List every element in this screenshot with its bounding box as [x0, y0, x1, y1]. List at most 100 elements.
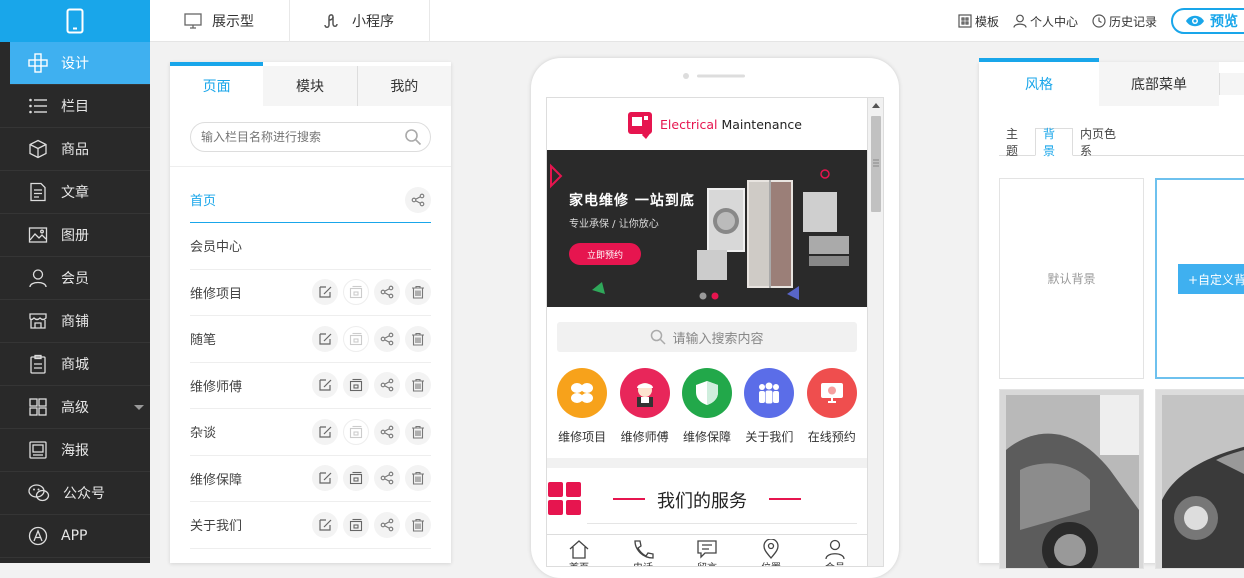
- sidebar-item-label: 商品: [61, 142, 89, 158]
- quick-nav-online-booking[interactable]: 在线预约: [802, 368, 862, 445]
- tab-style[interactable]: 风格: [979, 62, 1099, 106]
- sidebar-item-albums[interactable]: 图册: [0, 214, 150, 257]
- scroll-up-arrow-icon[interactable]: [872, 103, 880, 108]
- sidebar-item-columns[interactable]: 栏目: [0, 85, 150, 128]
- delete-button[interactable]: [405, 511, 431, 538]
- tab-bottom-menu[interactable]: 底部菜单: [1099, 62, 1219, 106]
- preview-button[interactable]: 预览: [1171, 8, 1244, 34]
- sidebar-item-label: 文章: [61, 185, 89, 201]
- copy-icon: [349, 332, 363, 345]
- delete-button[interactable]: [405, 418, 431, 445]
- sidebar-item-label: 栏目: [61, 99, 89, 115]
- share-button[interactable]: [374, 325, 400, 352]
- page-item-label: 杂谈: [190, 426, 217, 442]
- sidebar-item-mall[interactable]: 商城: [0, 343, 150, 386]
- quick-nav-repair-projects[interactable]: 维修项目: [552, 368, 612, 445]
- sidebar-item-poster[interactable]: 海报: [0, 429, 150, 472]
- message-icon: [697, 540, 717, 559]
- page-item-repair-master[interactable]: 维修师傅: [190, 363, 431, 409]
- book-now-button[interactable]: 立即预约: [569, 243, 641, 265]
- phone-screen[interactable]: Electrical Maintenance 家电维修 一站到底 专业承保 / …: [546, 97, 884, 567]
- tab-pages[interactable]: 页面: [170, 66, 264, 106]
- delete-button[interactable]: [405, 465, 431, 492]
- quick-nav-repair-master[interactable]: 维修师傅: [615, 368, 675, 445]
- column-search-input[interactable]: [201, 130, 401, 144]
- custom-background-card[interactable]: +自定义背景: [1155, 178, 1244, 379]
- copy-icon: [349, 286, 363, 299]
- edit-button[interactable]: [312, 511, 338, 538]
- page-item-misc-talk[interactable]: 杂谈: [190, 409, 431, 456]
- copy-button[interactable]: [343, 465, 369, 492]
- page-actions: [307, 325, 431, 352]
- edit-button[interactable]: [312, 279, 338, 306]
- copy-button[interactable]: [343, 372, 369, 399]
- edit-button[interactable]: [312, 325, 338, 352]
- sidebar-item-official-account[interactable]: 公众号: [0, 472, 150, 515]
- copy-button[interactable]: [343, 418, 369, 445]
- tab-display-type[interactable]: 展示型: [150, 0, 290, 42]
- banner-subtitle: 专业承保 / 让你放心: [569, 219, 659, 230]
- template-link[interactable]: 模板: [958, 13, 999, 30]
- delete-button[interactable]: [405, 372, 431, 399]
- quick-nav-about-us[interactable]: 关于我们: [739, 368, 799, 445]
- custom-background-button[interactable]: +自定义背景: [1178, 264, 1244, 294]
- section-grid-icon: [548, 482, 581, 515]
- tab-label: 展示型: [212, 14, 254, 30]
- search-icon[interactable]: [404, 128, 422, 146]
- edit-icon: [319, 286, 332, 298]
- quick-nav-guarantee[interactable]: 维修保障: [677, 368, 737, 445]
- copy-button[interactable]: [343, 325, 369, 352]
- sidebar-item-label: 海报: [61, 443, 89, 459]
- page-item-about-us[interactable]: 关于我们: [190, 502, 431, 549]
- page-item-repair-guarantee[interactable]: 维修保障: [190, 456, 431, 502]
- default-background-card[interactable]: 默认背景: [999, 178, 1144, 379]
- edit-button[interactable]: [312, 372, 338, 399]
- background-thumbnail-car-2[interactable]: [1155, 389, 1244, 569]
- tab-modules[interactable]: 模块: [263, 66, 358, 106]
- subtab-theme[interactable]: 主题: [999, 127, 1035, 158]
- phone-icon: [634, 540, 654, 559]
- share-button[interactable]: [405, 186, 431, 213]
- site-search[interactable]: 请输入搜索内容: [557, 322, 857, 352]
- tab-mine[interactable]: 我的: [357, 66, 451, 106]
- edit-button[interactable]: [312, 418, 338, 445]
- page-item-essay[interactable]: 随笔: [190, 316, 431, 363]
- sidebar-item-articles[interactable]: 文章: [0, 171, 150, 214]
- share-icon: [380, 425, 394, 439]
- page-item-repair-projects[interactable]: 维修项目: [190, 270, 431, 316]
- mobile-logo[interactable]: [0, 0, 150, 42]
- subtab-inner-colors[interactable]: 内页色系: [1073, 127, 1244, 158]
- share-button[interactable]: [374, 279, 400, 306]
- hero-banner[interactable]: 家电维修 一站到底 专业承保 / 让你放心 立即预约: [547, 150, 867, 307]
- edit-icon: [319, 333, 332, 345]
- subtab-background[interactable]: 背景: [1035, 127, 1073, 158]
- site-brand[interactable]: Electrical Maintenance: [547, 98, 883, 151]
- tab-label: 电话: [633, 559, 653, 566]
- history-link[interactable]: 历史记录: [1092, 13, 1157, 30]
- page-item-member-center[interactable]: 会员中心: [190, 223, 431, 270]
- share-button[interactable]: [374, 418, 400, 445]
- edit-button[interactable]: [312, 465, 338, 492]
- page-item-home[interactable]: 首页: [190, 177, 431, 223]
- share-icon: [380, 332, 394, 346]
- share-button[interactable]: [374, 465, 400, 492]
- sidebar-item-advanced[interactable]: 高级: [0, 386, 150, 429]
- user-center-link[interactable]: 个人中心: [1013, 13, 1078, 30]
- scrollbar-thumb[interactable]: [871, 116, 881, 212]
- copy-button[interactable]: [343, 511, 369, 538]
- eye-icon: [1186, 15, 1204, 27]
- sidebar-item-products[interactable]: 商品: [0, 128, 150, 171]
- background-thumbnail-car-1[interactable]: [999, 389, 1144, 569]
- share-button[interactable]: [374, 511, 400, 538]
- delete-button[interactable]: [405, 279, 431, 306]
- share-button[interactable]: [374, 372, 400, 399]
- copy-button[interactable]: [343, 279, 369, 306]
- clipboard-icon: [30, 354, 46, 374]
- sidebar-item-design[interactable]: 设计: [10, 42, 150, 85]
- sidebar-item-app[interactable]: APP: [0, 515, 150, 558]
- sidebar-item-members[interactable]: 会员: [0, 257, 150, 300]
- sidebar-item-shop[interactable]: 商铺: [0, 300, 150, 343]
- phone-scrollbar[interactable]: [867, 98, 883, 566]
- tab-mini-program[interactable]: 小程序: [290, 0, 430, 42]
- delete-button[interactable]: [405, 325, 431, 352]
